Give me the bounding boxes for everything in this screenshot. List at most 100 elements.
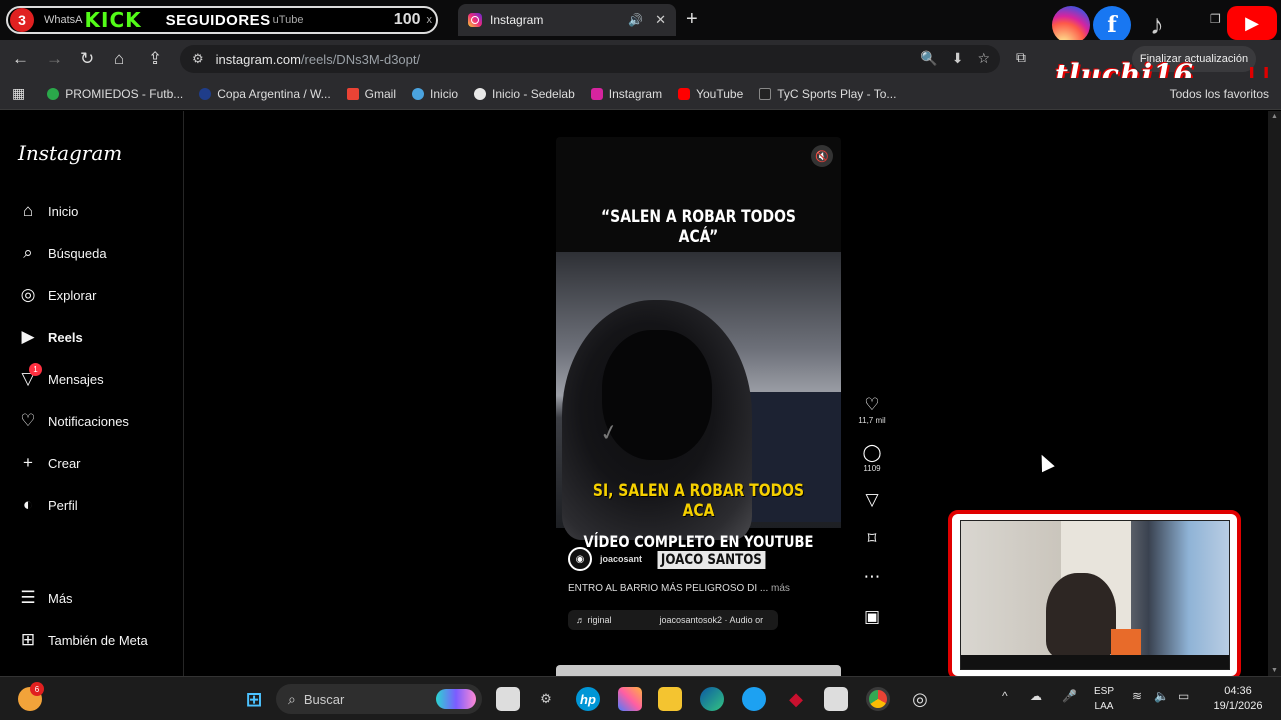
nav-search[interactable]: ⌕ Búsqueda — [18, 243, 106, 263]
battery-icon[interactable]: ▭ — [1178, 689, 1189, 703]
nav-also-from-meta[interactable]: ⊞ También de Meta — [18, 630, 148, 650]
nav-reels[interactable]: ▶ Reels — [18, 327, 83, 347]
zoom-search-icon[interactable]: 🔍 — [920, 50, 937, 67]
taskbar-search[interactable]: ⌕ Buscar — [276, 684, 482, 714]
install-app-icon[interactable]: ⬇ — [952, 50, 964, 67]
bookmark-favicon-icon — [759, 87, 772, 100]
bookmark-label: Gmail — [364, 86, 397, 101]
reel-video[interactable]: 🔇 “SALEN A ROBAR TODOS ACÁ” ✓ SI, SALEN … — [556, 137, 841, 643]
share-tab-icon[interactable]: ⇪ — [148, 49, 162, 69]
bookmark-star-icon[interactable]: ☆ — [977, 50, 990, 67]
reel-quote-text: “SALEN A ROBAR TODOS ACÁ” — [601, 207, 796, 247]
scroll-up-icon[interactable]: ▲ — [1271, 113, 1278, 120]
wifi-icon[interactable]: ≋ — [1132, 689, 1142, 703]
address-bar[interactable]: ⚙ instagram.com/reels/DNs3M-d3opt/ 🔍 ⬇ ☆ — [180, 45, 1000, 73]
overlay-facebook-icon: f — [1093, 6, 1131, 44]
scroll-down-icon[interactable]: ▼ — [1271, 667, 1278, 674]
language-indicator[interactable]: ESP LAA — [1090, 684, 1118, 714]
chrome-icon[interactable] — [866, 687, 890, 711]
tab-search-icon[interactable]: ⧉ — [1016, 49, 1026, 66]
tab-instagram[interactable]: Instagram 🔊 ✕ — [458, 4, 676, 36]
volume-icon[interactable]: 🔈 — [1154, 689, 1169, 703]
overlay-tiktok-icon: ♪ — [1150, 9, 1164, 40]
nav-profile[interactable]: ◐ Perfil — [18, 495, 78, 515]
reload-icon[interactable]: ↻ — [80, 49, 94, 69]
mcafee-icon[interactable]: ◆ — [784, 687, 808, 711]
apps-grid-icon[interactable]: ▦ — [12, 85, 25, 102]
reel-audio-strip[interactable]: ♬ riginal joacosantosok2 · Audio or — [568, 610, 778, 630]
store-icon[interactable] — [824, 687, 848, 711]
bookmark-copa-argentina[interactable]: Copa Argentina / W... — [199, 86, 331, 101]
search-highlight-image — [436, 689, 476, 709]
close-tab-icon[interactable]: ✕ — [655, 12, 666, 28]
url-host: instagram.com — [215, 51, 301, 67]
author-username[interactable]: joacosant — [600, 554, 642, 564]
more-link[interactable]: más — [771, 583, 790, 594]
url-text[interactable]: instagram.com/reels/DNs3M-d3opt/ — [216, 52, 420, 67]
forward-arrow-icon[interactable]: → — [46, 49, 63, 69]
nav-label: Mensajes — [48, 371, 104, 387]
home-icon[interactable]: ⌂ — [114, 49, 124, 69]
nav-notifications[interactable]: ♡ Notificaciones — [18, 411, 129, 431]
audio-source: joacosantosok2 · Audio or — [659, 615, 764, 625]
bookmark-sedelab[interactable]: Inicio - Sedelab — [474, 87, 575, 101]
onedrive-icon[interactable]: ☁ — [1030, 689, 1042, 703]
edge-icon[interactable] — [700, 687, 724, 711]
speaker-icon[interactable]: 🔊 — [628, 13, 643, 27]
bookmark-inicio[interactable]: Inicio — [412, 87, 458, 101]
widgets-icon[interactable]: ⚙ — [534, 687, 558, 711]
tray-overflow-icon[interactable]: ^ — [1002, 689, 1008, 703]
messenger-icon: ▽ 1 — [18, 363, 42, 389]
tab-close-icon[interactable]: x — [427, 14, 433, 26]
more-options-button[interactable]: ⋯ — [856, 567, 888, 587]
bookmark-gmail[interactable]: Gmail — [346, 86, 397, 101]
hp-icon[interactable]: hp — [576, 687, 600, 711]
save-button[interactable]: ⌑ — [856, 529, 888, 549]
bookmark-icon: ⌑ — [867, 529, 877, 548]
restore-window-icon[interactable]: ❐ — [1210, 12, 1221, 26]
nav-home[interactable]: ⌂ Inicio — [18, 201, 79, 221]
obs-icon[interactable]: ◎ — [908, 687, 932, 711]
nav-label: Explorar — [48, 287, 97, 303]
search-icon: ⌕ — [288, 690, 296, 707]
bookmark-instagram[interactable]: Instagram — [590, 86, 663, 101]
hamburger-icon: ☰ — [20, 588, 36, 607]
reel-description: ENTRO AL BARRIO MÁS PELIGROSO DI ... más — [568, 583, 790, 594]
nav-label: Notificaciones — [48, 413, 129, 429]
audio-page-button[interactable]: ▣ — [856, 607, 888, 627]
meta-grid-icon: ⊞ — [20, 630, 36, 649]
nav-more[interactable]: ☰ Más — [18, 588, 72, 608]
nav-create[interactable]: + Crear — [18, 453, 80, 473]
like-button[interactable]: ♡ 11,7 mil — [856, 395, 888, 425]
share-button[interactable]: ▽ — [856, 490, 888, 510]
plus-icon: + — [23, 453, 33, 472]
author-avatar[interactable]: ◉ — [568, 547, 592, 571]
site-settings-icon[interactable]: ⚙ — [192, 51, 204, 67]
gmail-icon — [346, 87, 359, 100]
new-tab-button[interactable]: + — [686, 8, 698, 31]
all-favorites-folder[interactable]: Todos los favoritos — [1170, 87, 1269, 101]
nav-explore[interactable]: ◎ Explorar — [18, 285, 97, 305]
bookmark-label: Instagram — [608, 86, 663, 101]
nav-messages[interactable]: ▽ 1 Mensajes — [18, 363, 104, 389]
system-clock[interactable]: 04:36 19/1/2026 — [1208, 684, 1268, 714]
back-arrow-icon[interactable]: ← — [12, 49, 29, 69]
nav-label: Reels — [48, 329, 83, 345]
bookmark-label: Copa Argentina / W... — [217, 86, 331, 101]
page-scrollbar[interactable]: ▲ ▼ — [1268, 111, 1281, 676]
browser-globe-icon[interactable] — [742, 687, 766, 711]
file-explorer-icon[interactable] — [658, 687, 682, 711]
bookmark-promiedos[interactable]: PROMIEDOS - Futb... — [47, 87, 183, 101]
microphone-icon[interactable]: 🎤 — [1062, 689, 1077, 703]
task-view-icon[interactable] — [496, 687, 520, 711]
copilot-icon[interactable] — [618, 687, 642, 711]
mute-toggle-icon[interactable]: 🔇 — [811, 145, 833, 167]
instagram-logo[interactable]: Instagram — [18, 141, 122, 165]
clock-time: 04:36 — [1224, 685, 1252, 697]
bookmark-youtube[interactable]: YouTube — [678, 87, 743, 101]
home-icon: ⌂ — [22, 201, 34, 220]
windows-start-icon[interactable]: ⊞ — [242, 687, 266, 711]
stream-overlay-tab[interactable]: 3 WhatsA KICK SEGUIDORES uTube 100 x — [6, 6, 438, 34]
bookmark-tyc-sports[interactable]: TyC Sports Play - To... — [759, 87, 896, 101]
comment-button[interactable]: ◯ 1109 — [856, 443, 888, 473]
